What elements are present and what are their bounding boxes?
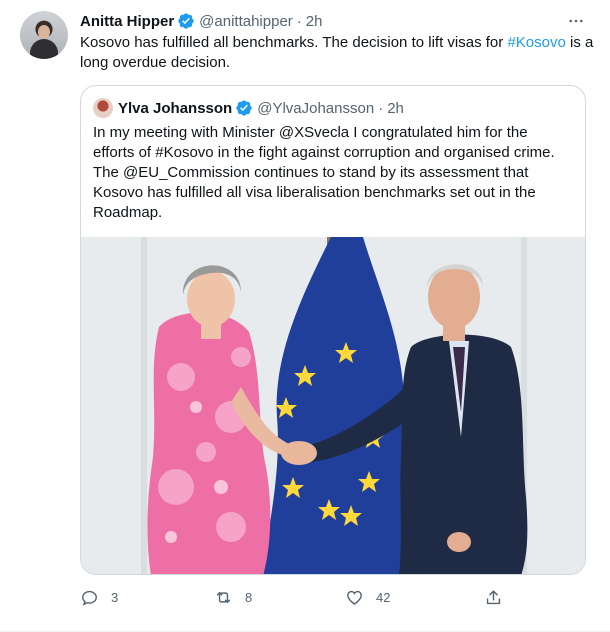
- share-icon: [486, 589, 501, 604]
- author-avatar[interactable]: [20, 11, 68, 59]
- quoted-tweet[interactable]: Ylva Johansson @YlvaJohansson · 2h In my…: [80, 85, 586, 575]
- tweet[interactable]: Anitta Hipper @anittahipper · 2h Kosovo …: [0, 0, 610, 632]
- avatar-body: [30, 39, 58, 59]
- handshake: [281, 441, 317, 465]
- tweet-text: Kosovo has fulfilled all benchmarks. The…: [80, 33, 595, 73]
- quote-text: In my meeting with Minister @XSvecla I c…: [93, 124, 555, 221]
- action-bar: 3 8 42: [80, 586, 510, 608]
- share-button[interactable]: [484, 586, 503, 608]
- tweet-header: Anitta Hipper @anittahipper · 2h: [80, 11, 322, 31]
- avatar-face: [38, 25, 50, 39]
- quote-author-handle: @YlvaJohansson: [257, 99, 375, 117]
- verified-badge-icon: [178, 13, 194, 29]
- more-icon[interactable]: [566, 11, 586, 31]
- like-button[interactable]: 42: [345, 586, 390, 608]
- tweet-time[interactable]: 2h: [306, 13, 323, 30]
- verified-badge-icon: [236, 100, 252, 116]
- quote-author-name: Ylva Johansson: [118, 99, 233, 117]
- photo-illustration: [81, 237, 585, 574]
- retweet-count: 8: [245, 589, 253, 605]
- separator-dot: ·: [378, 99, 384, 117]
- woman-face: [187, 271, 235, 327]
- reply-button[interactable]: 3: [80, 586, 118, 608]
- quote-author-avatar: [93, 98, 113, 118]
- reply-icon: [82, 590, 97, 606]
- like-icon: [347, 590, 362, 605]
- retweet-icon: [216, 591, 231, 603]
- quote-header: Ylva Johansson @YlvaJohansson · 2h: [93, 98, 404, 118]
- tweet-text-plain: Kosovo has fulfilled all benchmarks. The…: [80, 34, 508, 51]
- author-name[interactable]: Anitta Hipper: [80, 13, 174, 30]
- separator-dot: ·: [296, 12, 302, 30]
- reply-count: 3: [111, 589, 119, 605]
- hashtag-link[interactable]: #Kosovo: [507, 34, 565, 51]
- like-count: 42: [376, 589, 391, 605]
- retweet-button[interactable]: 8: [214, 586, 252, 608]
- man-face: [428, 265, 480, 329]
- quote-time: 2h: [387, 99, 404, 117]
- quote-photo[interactable]: [81, 237, 585, 574]
- author-handle[interactable]: @anittahipper: [199, 13, 293, 30]
